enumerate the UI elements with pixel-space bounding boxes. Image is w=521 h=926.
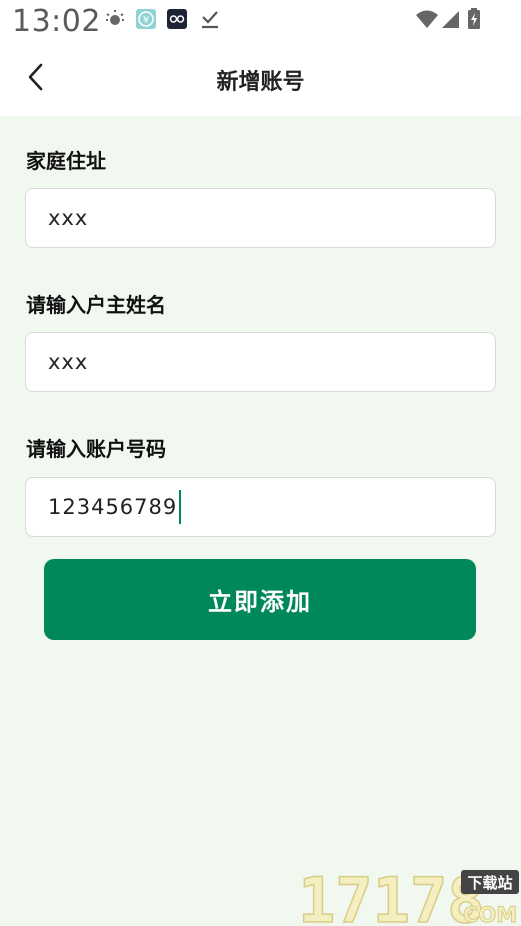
signal-icon: [441, 8, 461, 34]
account-number-input[interactable]: 123456789: [25, 477, 496, 537]
add-now-button[interactable]: 立即添加: [44, 559, 476, 640]
watermark-suffix: COM: [463, 903, 517, 926]
app-header: 新增账号: [0, 44, 521, 116]
text-cursor: [179, 490, 182, 524]
account-number-value: 123456789: [48, 495, 178, 519]
watermark-tag: 下载站: [467, 874, 512, 892]
site-watermark-logo: 17178 下载站 COM: [296, 863, 521, 926]
wifi-icon: [415, 8, 439, 34]
owner-name-label: 请输入户主姓名: [26, 293, 166, 317]
address-input[interactable]: xxx: [25, 188, 496, 248]
battery-charging-icon: [467, 8, 481, 34]
status-bar: 13:02 ¥: [0, 0, 521, 44]
account-number-label: 请输入账户号码: [26, 437, 166, 461]
address-label: 家庭住址: [26, 149, 106, 173]
status-time: 13:02: [12, 4, 101, 39]
watermark-text: 17178: [298, 864, 485, 926]
yuan-app-icon: ¥: [135, 8, 157, 34]
svg-text:¥: ¥: [143, 15, 149, 26]
glasses-app-icon: [166, 8, 188, 34]
sun-notification-icon: [104, 8, 126, 34]
owner-name-value: xxx: [48, 350, 89, 374]
download-done-icon: [199, 8, 221, 34]
owner-name-input[interactable]: xxx: [25, 332, 496, 392]
page-title: 新增账号: [216, 70, 305, 95]
address-value: xxx: [48, 206, 89, 230]
